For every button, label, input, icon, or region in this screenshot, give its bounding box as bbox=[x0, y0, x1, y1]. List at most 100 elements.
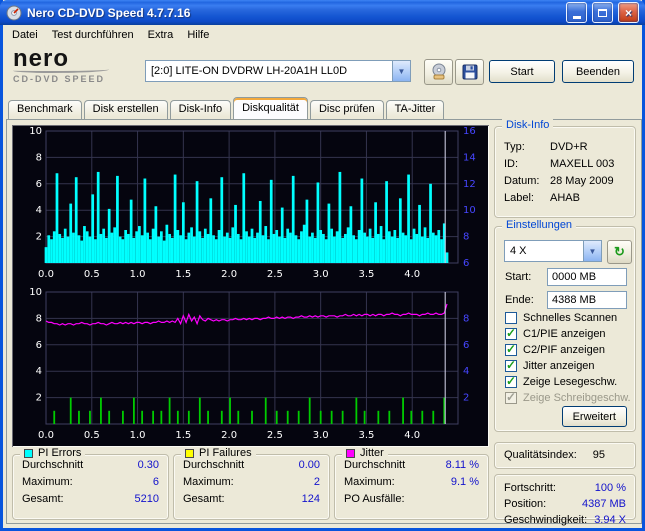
chevron-down-icon[interactable]: ▼ bbox=[392, 61, 410, 81]
diskqualitaet-page: 2 4 6 8 10 6 8 10 12 14 16 0.0 0.5 1.0 1.5 2.0 2.5 3.0 3.5… bbox=[6, 119, 642, 526]
checkbox-icon: ✓ bbox=[505, 341, 517, 356]
speed-select-value: 4 X bbox=[510, 245, 527, 257]
tab-benchmark[interactable]: Benchmark bbox=[8, 100, 82, 119]
end-position-field[interactable]: 4388 MB bbox=[547, 291, 627, 309]
svg-text:8: 8 bbox=[463, 232, 469, 243]
eject-disc-button[interactable] bbox=[424, 59, 453, 85]
checkbox-c1-pie-anzeigen[interactable]: ✓ C1/PIE anzeigen bbox=[505, 325, 606, 340]
disc-hand-icon bbox=[432, 63, 445, 80]
pi-errors-panel: PI Errors Durchschnitt 0.30 Maximum: 6 Ges… bbox=[12, 447, 169, 520]
pif-color-swatch bbox=[185, 449, 194, 458]
menu-extra[interactable]: Extra bbox=[141, 27, 181, 43]
save-button[interactable] bbox=[455, 59, 484, 85]
maximize-icon bbox=[598, 8, 607, 17]
tab-disc-pruefen[interactable]: Disc prüfen bbox=[309, 100, 384, 119]
floppy-disk-icon bbox=[462, 64, 477, 80]
svg-text:2.5: 2.5 bbox=[267, 269, 283, 280]
jitter-panel: Jitter Durchschnitt 8.11 % Maximum: 9.1 % … bbox=[334, 447, 489, 520]
quit-button[interactable]: Beenden bbox=[562, 60, 634, 83]
svg-text:1.5: 1.5 bbox=[175, 269, 191, 280]
svg-text:4: 4 bbox=[36, 366, 42, 377]
menu-bar: Datei Test durchführen Extra Hilfe bbox=[3, 25, 642, 46]
svg-text:1.5: 1.5 bbox=[175, 430, 191, 441]
quality-index-label: Qualitätsindex: bbox=[504, 449, 577, 461]
checkbox-icon: ✓ bbox=[505, 325, 517, 340]
refresh-button[interactable]: ↻ bbox=[607, 240, 632, 264]
chart-panel: 2 4 6 8 10 6 8 10 12 14 16 0.0 0.5 1.0 1.5 2.0 2.5 3.0 3.5… bbox=[12, 125, 489, 447]
disk-info-group-title: Disk-Info bbox=[502, 119, 554, 132]
disk-type-label: Typ: bbox=[504, 141, 525, 153]
menu-hilfe[interactable]: Hilfe bbox=[180, 27, 216, 43]
svg-text:1.0: 1.0 bbox=[130, 430, 146, 441]
tab-disk-info[interactable]: Disk-Info bbox=[169, 100, 232, 119]
minimize-icon bbox=[572, 15, 581, 19]
minimize-button[interactable] bbox=[566, 2, 587, 23]
checkbox-icon bbox=[505, 311, 517, 324]
svg-text:2.0: 2.0 bbox=[221, 269, 237, 280]
tab-disk-erstellen[interactable]: Disk erstellen bbox=[83, 100, 168, 119]
checkbox-jitter-anzeigen[interactable]: ✓ Jitter anzeigen bbox=[505, 358, 595, 372]
close-button[interactable]: × bbox=[618, 2, 639, 23]
checkbox-c2-pif-anzeigen[interactable]: ✓ C2/PIF anzeigen bbox=[505, 341, 605, 356]
speed-row: Geschwindigkeit: 3.94 X bbox=[504, 514, 626, 526]
stat-row: Maximum: 6 bbox=[22, 476, 159, 488]
stat-row: PO Ausfälle: bbox=[344, 493, 405, 505]
svg-text:8: 8 bbox=[463, 313, 469, 324]
pi-failures-panel: PI Failures Durchschnitt 0.00 Maximum: 2 G… bbox=[173, 447, 330, 520]
stat-row: Gesamt: 5210 bbox=[22, 493, 159, 505]
checkbox-icon: ✓ bbox=[505, 389, 517, 404]
menu-test-durchfuehren[interactable]: Test durchführen bbox=[45, 27, 141, 43]
position-row: Position: 4387 MB bbox=[504, 498, 626, 510]
checkbox-schnelles-scannen[interactable]: Schnelles Scannen bbox=[505, 311, 617, 324]
tab-ta-jitter[interactable]: TA-Jitter bbox=[385, 100, 445, 119]
svg-text:4: 4 bbox=[463, 366, 469, 377]
svg-text:6: 6 bbox=[36, 179, 42, 190]
quality-index-group: Qualitätsindex: 95 bbox=[494, 442, 636, 469]
pie-errors-chart: 2 4 6 8 10 6 8 10 12 14 16 0.0 0.5 1.0 1.5 2.0 2.5 3.0 3.5… bbox=[29, 126, 476, 280]
disk-id-label: ID: bbox=[504, 158, 519, 170]
svg-text:8: 8 bbox=[36, 313, 42, 324]
pi-failures-title: PI Failures bbox=[199, 447, 252, 459]
settings-group-title: Einstellungen bbox=[502, 219, 577, 232]
disk-type-value: DVD+R bbox=[550, 141, 588, 153]
svg-text:3.5: 3.5 bbox=[358, 430, 374, 441]
nero-logo: nero CD-DVD SPEED bbox=[13, 47, 143, 84]
svg-text:3.0: 3.0 bbox=[313, 269, 329, 280]
svg-text:2: 2 bbox=[463, 393, 469, 404]
stat-row: Durchschnitt 0.00 bbox=[183, 459, 320, 471]
speed-select[interactable]: 4 X ▼ bbox=[504, 240, 602, 262]
settings-group: Einstellungen 4 X ▼ ↻ Start: 0000 MB End… bbox=[494, 219, 636, 432]
disk-label-label: Label: bbox=[504, 192, 534, 204]
svg-text:0.0: 0.0 bbox=[38, 430, 54, 441]
tab-diskqualitaet[interactable]: Diskqualität bbox=[233, 97, 308, 119]
app-window: Nero CD-DVD Speed 4.7.7.16 × Datei Test … bbox=[0, 0, 645, 531]
start-button[interactable]: Start bbox=[489, 60, 555, 83]
window-title: Nero CD-DVD Speed 4.7.7.16 bbox=[27, 5, 191, 20]
start-position-field[interactable]: 0000 MB bbox=[547, 268, 627, 286]
refresh-icon: ↻ bbox=[614, 244, 625, 259]
svg-text:3.5: 3.5 bbox=[358, 269, 374, 280]
stat-row: Durchschnitt 8.11 % bbox=[344, 459, 479, 471]
pie-color-swatch bbox=[24, 449, 33, 458]
progress-group: Fortschritt: 100 % Position: 4387 MB Gesch… bbox=[494, 474, 636, 526]
menu-datei[interactable]: Datei bbox=[5, 27, 45, 43]
toolbar: nero CD-DVD SPEED [2:0] LITE-ON DVDRW LH… bbox=[3, 45, 642, 97]
disk-date-value: 28 May 2009 bbox=[550, 175, 614, 187]
chevron-down-icon[interactable]: ▼ bbox=[583, 241, 601, 261]
jitter-color-swatch bbox=[346, 449, 355, 458]
stat-row: Maximum: 9.1 % bbox=[344, 476, 479, 488]
drive-select[interactable]: [2:0] LITE-ON DVDRW LH-20A1H LL0D ▼ bbox=[145, 60, 411, 82]
start-position-label: Start: bbox=[505, 271, 532, 283]
advanced-button[interactable]: Erweitert bbox=[561, 406, 627, 427]
end-position-label: Ende: bbox=[505, 294, 534, 306]
svg-text:2: 2 bbox=[36, 232, 42, 243]
svg-text:2.0: 2.0 bbox=[221, 430, 237, 441]
svg-text:16: 16 bbox=[463, 126, 476, 137]
maximize-button[interactable] bbox=[592, 2, 613, 23]
svg-text:6: 6 bbox=[36, 340, 42, 351]
stat-row: Durchschnitt 0.30 bbox=[22, 459, 159, 471]
checkbox-zeige-lesegeschw[interactable]: ✓ Zeige Lesegeschw. bbox=[505, 374, 617, 388]
close-icon: × bbox=[624, 5, 632, 20]
svg-text:8: 8 bbox=[36, 152, 42, 163]
svg-text:0.5: 0.5 bbox=[84, 269, 100, 280]
